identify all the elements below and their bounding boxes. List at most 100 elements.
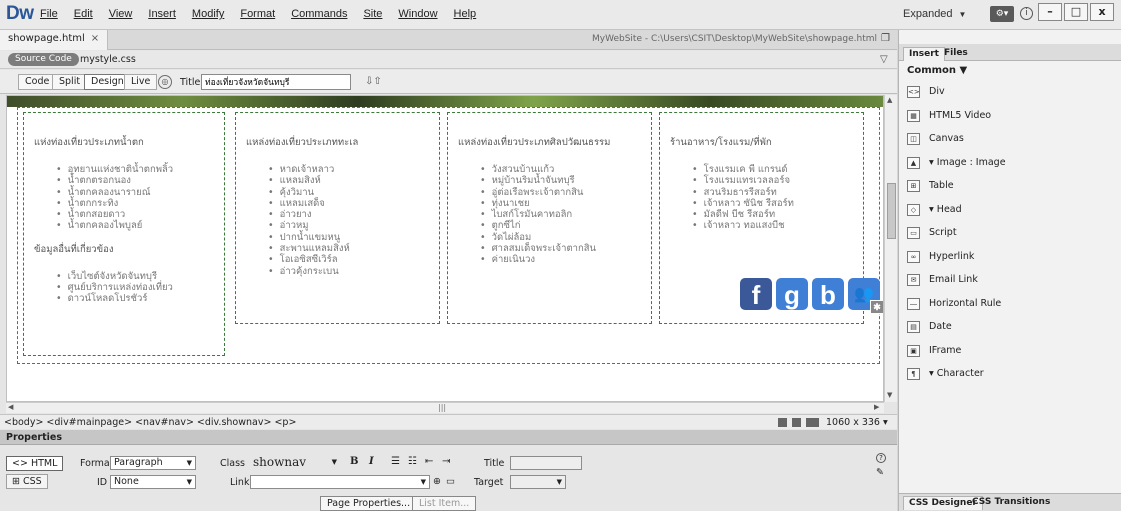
code-view-button[interactable]: Code xyxy=(18,74,57,90)
mobile-size-icon[interactable] xyxy=(778,418,787,427)
source-code-button[interactable]: Source Code xyxy=(8,53,79,66)
list-item[interactable]: วัดไผ่ล้อม xyxy=(480,232,643,243)
list-item[interactable]: ปากน้ำแขมหนู xyxy=(268,232,431,243)
menu-file[interactable]: File xyxy=(40,8,58,20)
list-item[interactable]: อ่าวหมู xyxy=(268,220,431,231)
scroll-down-icon[interactable]: ▼ xyxy=(887,391,892,399)
point-to-file-icon[interactable]: ⊕ xyxy=(433,476,441,487)
quick-tag-icon[interactable]: ✎ xyxy=(876,467,884,478)
list-item[interactable]: น้ำตกกระทิง xyxy=(56,198,216,209)
list-item[interactable]: น้ำตกสอยดาว xyxy=(56,209,216,220)
scroll-grip-icon[interactable]: ||| xyxy=(438,403,446,412)
insert-category-select[interactable]: Common ▼ xyxy=(907,65,967,76)
scroll-right-icon[interactable]: ▶ xyxy=(874,403,879,411)
column-culture[interactable]: แหล่งท่องเที่ยวประเภทศิลปวัฒนธรรม วังสวน… xyxy=(447,112,652,324)
list-item[interactable]: หมู่บ้านริมน้ำจันทบุรี xyxy=(480,175,643,186)
id-select[interactable]: None ▼ xyxy=(110,475,196,489)
indent-icon[interactable]: ⇥ xyxy=(442,456,450,467)
column-waterfall[interactable]: แห่งท่องเที่ยวประเภทน้ำตก อุทยานแห่งชาติ… xyxy=(23,112,225,356)
tablet-size-icon[interactable] xyxy=(792,418,801,427)
format-select[interactable]: Paragraph ▼ xyxy=(110,456,196,470)
scroll-up-icon[interactable]: ▲ xyxy=(887,96,892,104)
insert-item-table[interactable]: ⊞ Table xyxy=(899,175,1121,199)
info-icon[interactable]: i xyxy=(1020,7,1033,20)
list-item[interactable]: อู่ต่อเรือพระเจ้าตากสิน xyxy=(480,187,643,198)
meetup-icon[interactable]: 👥 ✱ xyxy=(848,278,883,314)
list-item[interactable]: โรงแรมเค พี แกรนด์ xyxy=(692,164,855,175)
desktop-size-icon[interactable] xyxy=(806,418,819,427)
list-item[interactable]: น้ำตกคลองไพบูลย์ xyxy=(56,220,216,231)
globe-icon[interactable]: ◎ xyxy=(158,75,172,89)
split-view-button[interactable]: Split xyxy=(52,74,88,90)
close-button[interactable]: x xyxy=(1090,3,1114,21)
scroll-left-icon[interactable]: ◀ xyxy=(8,403,13,411)
tab-files[interactable]: Files xyxy=(939,47,973,61)
blogger-icon[interactable]: b xyxy=(812,278,844,310)
facebook-icon[interactable]: f xyxy=(740,278,772,310)
list-item[interactable]: ทุ่งนาเชย xyxy=(480,198,643,209)
title-input[interactable] xyxy=(201,74,351,90)
list-item[interactable]: น้ำตกตรอกนอง xyxy=(56,175,216,186)
italic-button[interactable]: I xyxy=(369,456,374,467)
list-item[interactable]: หาดเจ้าหลาว xyxy=(268,164,431,175)
list-item[interactable]: ศาลสมเด็จพระเจ้าตากสิน xyxy=(480,243,643,254)
maximize-button[interactable]: □ xyxy=(1064,3,1088,21)
bold-button[interactable]: B xyxy=(350,456,358,467)
menu-commands[interactable]: Commands xyxy=(291,8,347,20)
insert-item-canvas[interactable]: ◫ Canvas xyxy=(899,128,1121,152)
list-item[interactable]: แหลมเสด็จ xyxy=(268,198,431,209)
menu-edit[interactable]: Edit xyxy=(74,8,93,20)
minimize-button[interactable]: – xyxy=(1038,3,1062,21)
check-page-icon[interactable]: ⇩⇧ xyxy=(365,76,382,87)
unordered-list-icon[interactable]: ☰ xyxy=(391,456,400,467)
help-icon[interactable]: ? xyxy=(876,453,886,463)
link-input[interactable]: ▼ xyxy=(250,475,430,489)
menu-format[interactable]: Format xyxy=(240,8,275,20)
list-item[interactable]: สะพานแหลมสิงห์ xyxy=(268,243,431,254)
menu-modify[interactable]: Modify xyxy=(192,8,224,20)
list-item[interactable]: เจ้าหลาว ซันิช รีสอร์ท xyxy=(692,198,855,209)
list-item[interactable]: อ่าวยาง xyxy=(268,209,431,220)
tab-css-transitions[interactable]: CSS Transitions xyxy=(967,496,1055,510)
design-canvas[interactable]: แห่งท่องเที่ยวประเภทน้ำตก อุทยานแห่งชาติ… xyxy=(6,95,884,402)
list-item[interactable]: ดาวน์โหลดโปรชัวร์ xyxy=(56,293,216,304)
target-select[interactable]: ▼ xyxy=(510,475,566,489)
browse-folder-icon[interactable]: ▭ xyxy=(446,476,455,487)
google-plus-icon[interactable]: g xyxy=(776,278,808,310)
list-item[interactable]: อ่าวคุ้งกระเบน xyxy=(268,266,431,277)
column-hotels[interactable]: ร้านอาหาร/โรงแรม/ที่พัก โรงแรมเค พี แกรน… xyxy=(659,112,883,324)
insert-item-html5-video[interactable]: ▦ HTML5 Video xyxy=(899,105,1121,129)
gear-icon[interactable]: ⚙▾ xyxy=(990,6,1014,22)
workspace-switcher[interactable]: Expanded ▼ xyxy=(903,8,966,20)
tag-path[interactable]: <body> <div#mainpage> <nav#nav> <div.sho… xyxy=(4,417,296,428)
close-icon[interactable]: × xyxy=(91,33,99,44)
insert-item-date[interactable]: ▤ Date xyxy=(899,316,1121,340)
html-mode-button[interactable]: <> HTML xyxy=(6,456,64,471)
title-field-input[interactable] xyxy=(510,456,582,470)
insert-item-horizontal-rule[interactable]: ― Horizontal Rule xyxy=(899,293,1121,317)
document-tab[interactable]: showpage.html × xyxy=(0,30,109,50)
outdent-icon[interactable]: ⇤ xyxy=(425,456,433,467)
horizontal-scrollbar[interactable]: ◀ ||| ▶ xyxy=(6,402,884,413)
vertical-scrollbar[interactable]: ▲ ▼ xyxy=(884,95,897,402)
list-item[interactable]: โรงแรมแทรเวลลอร์จ xyxy=(692,175,855,186)
insert-item-head[interactable]: ◇ ▾ Head xyxy=(899,199,1121,223)
list-item[interactable]: ค่ายเนินวง xyxy=(480,254,643,265)
list-item[interactable]: สวนริมธารรีสอร์ท xyxy=(692,187,855,198)
scrollbar-thumb[interactable] xyxy=(887,183,896,239)
ordered-list-icon[interactable]: ☷ xyxy=(408,456,417,467)
list-item[interactable]: ศูนย์บริการแหล่งท่องเที่ยว xyxy=(56,282,216,293)
column-beach[interactable]: แหล่งท่องเที่ยวประเภททะเล หาดเจ้าหลาว แห… xyxy=(235,112,440,324)
insert-item-iframe[interactable]: ▣ IFrame xyxy=(899,340,1121,364)
menu-view[interactable]: View xyxy=(109,8,133,20)
insert-item-character[interactable]: ¶ ▾ Character xyxy=(899,363,1121,387)
filter-icon[interactable]: ▽ xyxy=(880,54,888,65)
insert-item-email-link[interactable]: ✉ Email Link xyxy=(899,269,1121,293)
restore-icon[interactable]: ❐ xyxy=(881,33,890,44)
live-view-button[interactable]: Live xyxy=(124,74,158,90)
insert-item-image[interactable]: ▲ ▾ Image : Image xyxy=(899,152,1121,176)
class-select[interactable]: shownav ▼ xyxy=(250,456,340,470)
list-item[interactable]: โอเอซิสซีเวิร์ล xyxy=(268,254,431,265)
css-mode-button[interactable]: ⊞ CSS xyxy=(6,474,48,489)
list-item[interactable]: เว็บไซต์จังหวัดจันทบุรี xyxy=(56,271,216,282)
